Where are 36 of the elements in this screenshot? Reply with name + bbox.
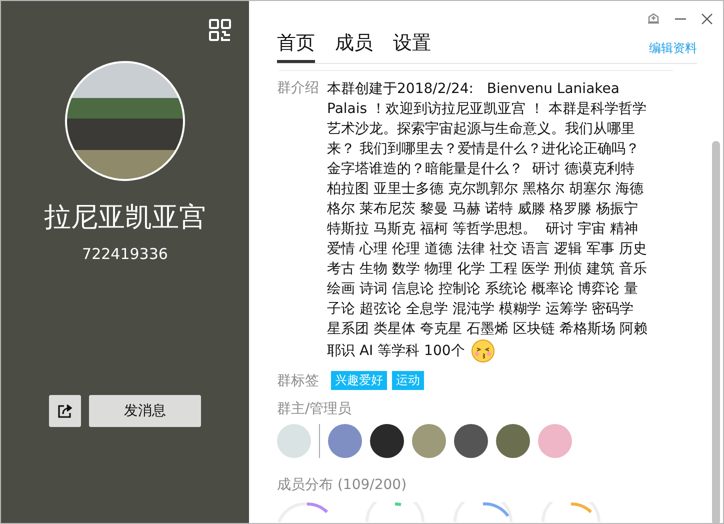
close-icon[interactable] xyxy=(701,13,713,25)
intro-text-line: 来？ 我们到哪里去？爱情是什么？进化论正确吗？ xyxy=(327,140,640,159)
ring-chart-drawing xyxy=(365,502,425,522)
share-icon xyxy=(57,403,73,419)
send-message-button[interactable]: 发消息 xyxy=(89,395,201,427)
intro-text-line: 爱情 心理 伦理 道德 法律 社交 语言 逻辑 军事 历史 xyxy=(327,240,648,259)
intro-text-line: 耶识 AI 等学科 100个 xyxy=(327,342,465,361)
tab[interactable]: 设置 xyxy=(393,30,431,63)
intro-text-line: 子论 超弦论 全息学 混沌学 模糊学 运筹学 密码学 xyxy=(327,300,634,319)
ring-chart-drawing xyxy=(541,502,601,522)
intro-label: 群介绍 xyxy=(277,79,319,98)
tags-label: 群标签 xyxy=(277,372,319,390)
intro-text-line: 艺术沙龙。探索宇宙起源与生命意义。我们从哪里 xyxy=(327,120,635,139)
avatar[interactable] xyxy=(454,424,488,458)
group-number: 722419336 xyxy=(82,245,168,263)
distribution-label: 成员分布 (109/200) xyxy=(277,476,408,494)
intro-text-line: Palais ！欢迎到访拉尼亚凯亚宫 ！ 本群是科学哲学 xyxy=(327,100,646,119)
admins-label: 群主/管理员 xyxy=(277,400,353,418)
intro-text-line: 金字塔谁造的？暗能量是什么？ 研讨 德谟克利特 xyxy=(327,160,634,179)
ring-chart-drawing xyxy=(453,502,513,522)
intro-text-line: 考古 生物 数学 物理 化学 工程 医学 刑侦 建筑 音乐 xyxy=(327,260,648,279)
share-button[interactable] xyxy=(49,395,81,427)
intro-text-line: 特斯拉 马斯克 福柯 等哲学思想。 研讨 宇宙 精神 xyxy=(327,220,638,239)
scrollbar[interactable] xyxy=(712,141,720,523)
group-name: 拉尼亚凯亚宫 xyxy=(44,201,206,235)
intro-text-line: 柏拉图 亚里士多德 克尔凯郭尔 黑格尔 胡塞尔 海德 xyxy=(327,180,644,199)
avatar[interactable] xyxy=(370,424,404,458)
emoji-icon xyxy=(470,339,495,363)
qr-code-icon[interactable] xyxy=(209,19,231,41)
skin-icon[interactable] xyxy=(647,13,660,25)
tab[interactable]: 首页 xyxy=(277,30,315,63)
intro-text-line: 星系团 类星体 夸克星 石墨烯 区块链 希格斯场 阿赖 xyxy=(327,320,648,339)
tab[interactable]: 成员 xyxy=(335,30,373,63)
intro-text-line: 格尔 莱布尼茨 黎曼 马赫 诺特 威滕 格罗滕 杨振宁 xyxy=(327,200,638,219)
intro-text-line: 本群创建于2018/2/24: Bienvenu Laniakea xyxy=(327,80,620,99)
intro-text-line: 绘画 诗词 信息论 控制论 系统论 概率论 博弈论 量 xyxy=(327,280,638,299)
